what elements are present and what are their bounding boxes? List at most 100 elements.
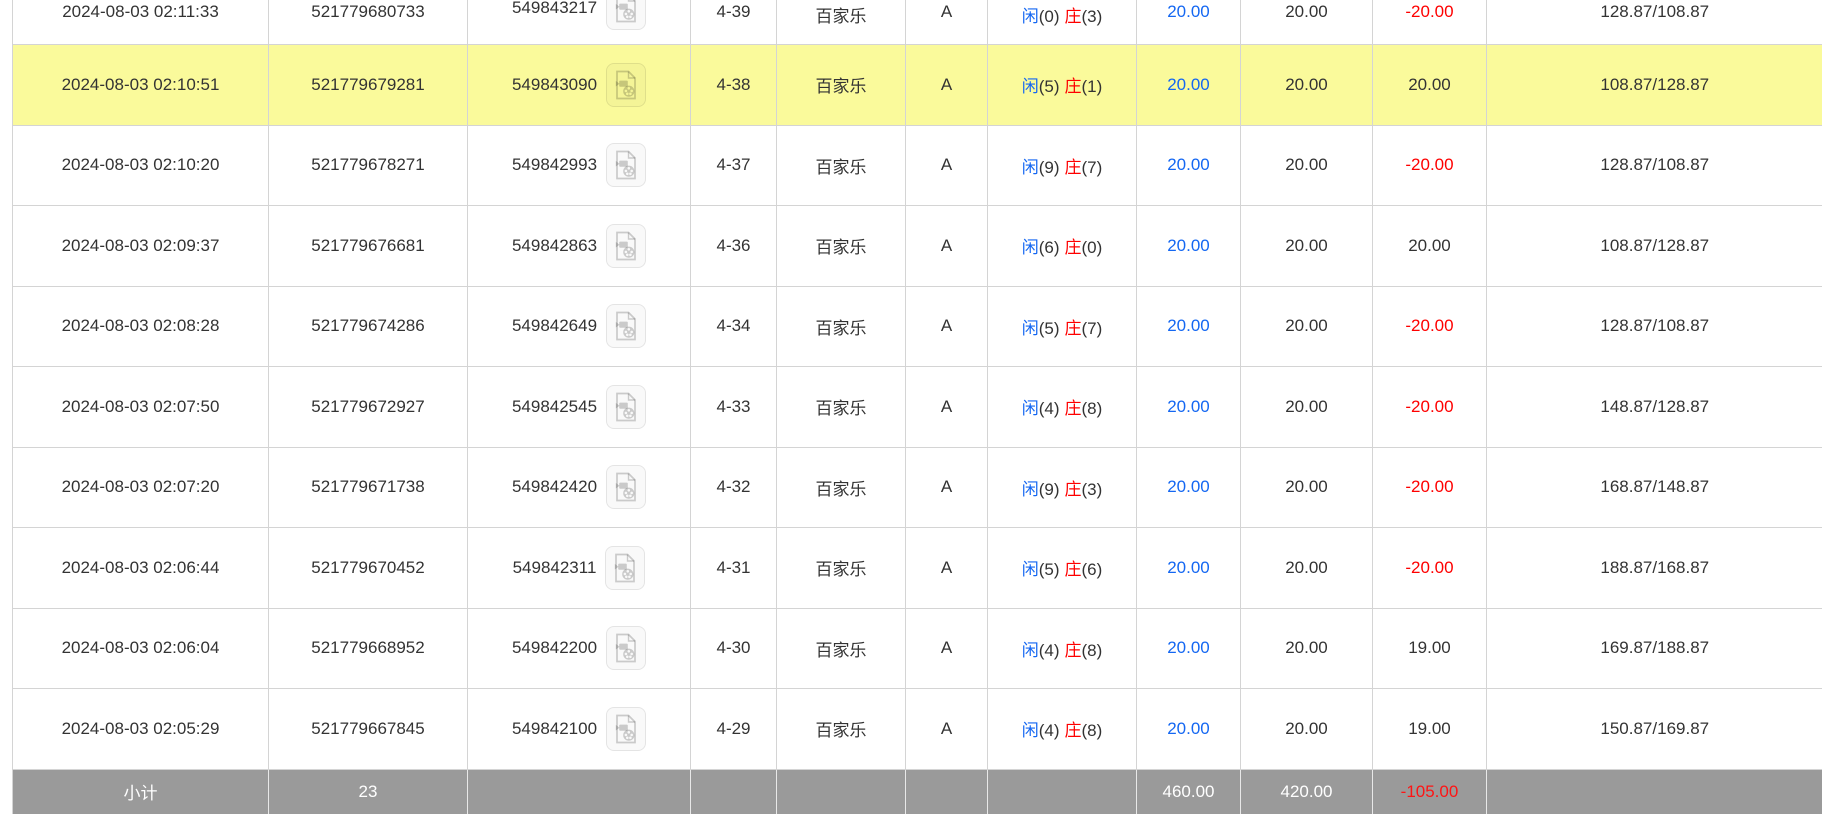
balance-value: 128.87/108.87 <box>1600 155 1709 174</box>
win-loss-value: -20.00 <box>1405 316 1453 335</box>
banker-result: 庄(3) <box>1065 480 1103 499</box>
result-text: 闲(5) 庄(6) <box>1022 560 1103 579</box>
bet-amount-link[interactable]: 20.00 <box>1167 638 1210 657</box>
win-loss-value: 19.00 <box>1408 719 1451 738</box>
valid-amount: 20.00 <box>1285 236 1328 255</box>
balance-value: 128.87/108.87 <box>1600 316 1709 335</box>
round-id-wrap: 549842863 <box>468 206 690 286</box>
bet-amount-link[interactable]: 20.00 <box>1167 236 1210 255</box>
valid-amount-cell: 20.00 <box>1241 286 1373 367</box>
game-name-cell: 百家乐 <box>777 528 906 609</box>
round-id-wrap: 549842545 <box>468 367 690 447</box>
result-cell: 闲(9)庄(7) <box>988 125 1137 206</box>
round-no-cell: 4-38 <box>691 45 777 126</box>
round-id-cell: 549842649 <box>468 286 691 367</box>
subtotal-row: 小计 23 460.00 420.00 -105.00 <box>13 769 1822 814</box>
video-file-icon <box>613 0 639 23</box>
banker-result: 庄(6) <box>1065 560 1103 579</box>
bet-time: 2024-08-03 02:08:28 <box>62 316 220 335</box>
round-id-cell: 549842200 <box>468 608 691 689</box>
bet-amount-link[interactable]: 20.00 <box>1167 0 1210 22</box>
video-replay-button[interactable] <box>606 707 646 751</box>
game-name-cell: 百家乐 <box>777 447 906 528</box>
video-replay-button[interactable] <box>606 0 646 30</box>
player-result: 闲(9) <box>1022 480 1060 499</box>
player-result: 闲(4) <box>1022 399 1060 418</box>
video-replay-button[interactable] <box>606 304 646 348</box>
balance-cell: 128.87/108.87 <box>1487 125 1822 206</box>
round-id-cell: 549842420 <box>468 447 691 528</box>
round-no: 4-33 <box>716 397 750 416</box>
balance-cell: 128.87/108.87 <box>1487 0 1822 45</box>
game-name-cell: 百家乐 <box>777 206 906 287</box>
table-name: A <box>941 719 952 738</box>
video-replay-button[interactable] <box>606 626 646 670</box>
valid-amount: 20.00 <box>1285 477 1328 496</box>
bet-amount-link[interactable]: 20.00 <box>1167 316 1210 335</box>
table-name: A <box>941 155 952 174</box>
bet-amount-link[interactable]: 20.00 <box>1167 477 1210 496</box>
video-replay-button[interactable] <box>606 143 646 187</box>
bet-id-cell: 521779667845 <box>269 689 468 770</box>
video-replay-button[interactable] <box>605 546 645 590</box>
bet-amount-link[interactable]: 20.00 <box>1167 75 1210 94</box>
bet-record-row[interactable]: 2024-08-03 02:07:50 521779672927 5498425… <box>13 367 1822 448</box>
valid-amount-cell: 20.00 <box>1241 447 1373 528</box>
bet-record-row[interactable]: 2024-08-03 02:06:04 521779668952 5498422… <box>13 608 1822 689</box>
bet-id-cell: 521779670452 <box>269 528 468 609</box>
win-loss-cell: -20.00 <box>1373 528 1487 609</box>
round-no: 4-30 <box>716 638 750 657</box>
game-name: 百家乐 <box>816 319 867 338</box>
bet-record-row[interactable]: 2024-08-03 02:05:29 521779667845 5498421… <box>13 689 1822 770</box>
video-file-icon <box>613 70 639 100</box>
valid-amount-cell: 20.00 <box>1241 0 1373 45</box>
result-cell: 闲(9) 庄(3) <box>988 447 1137 528</box>
subtotal-balance-cell <box>1487 769 1822 814</box>
bet-amount-link[interactable]: 20.00 <box>1167 155 1210 174</box>
round-no: 4-38 <box>716 75 750 94</box>
win-loss-cell: -20.00 <box>1373 286 1487 367</box>
bet-time: 2024-08-03 02:10:51 <box>62 75 220 94</box>
player-result: 闲(5) <box>1022 77 1060 96</box>
bet-record-row[interactable]: 2024-08-03 02:08:28 521779674286 5498426… <box>13 286 1822 367</box>
banker-result: 庄(8) <box>1065 399 1103 418</box>
win-loss-cell: -20.00 <box>1373 367 1487 448</box>
round-no: 4-39 <box>716 0 750 22</box>
game-name: 百家乐 <box>816 480 867 499</box>
result-cell: 闲(6)庄(0) <box>988 206 1137 287</box>
valid-amount-cell: 20.00 <box>1241 206 1373 287</box>
game-name-cell: 百家乐 <box>777 45 906 126</box>
bet-amount-link[interactable]: 20.00 <box>1167 719 1210 738</box>
bet-record-row[interactable]: 2024-08-03 02:06:44 521779670452 5498423… <box>13 528 1822 609</box>
bet-id: 521779670452 <box>311 558 424 577</box>
bet-amount-link[interactable]: 20.00 <box>1167 397 1210 416</box>
player-result: 闲(5) <box>1022 560 1060 579</box>
table-name: A <box>941 236 952 255</box>
bet-id: 521779668952 <box>311 638 424 657</box>
win-loss-value: -20.00 <box>1405 155 1453 174</box>
banker-result: 庄(7) <box>1065 319 1103 338</box>
bet-time: 2024-08-03 02:06:44 <box>62 558 220 577</box>
bet-time-cell: 2024-08-03 02:06:44 <box>13 528 269 609</box>
round-id: 549842649 <box>512 316 597 336</box>
bet-record-row[interactable]: 2024-08-03 02:07:20 521779671738 5498424… <box>13 447 1822 528</box>
bet-amount-link[interactable]: 20.00 <box>1167 558 1210 577</box>
table-name-cell: A <box>906 125 988 206</box>
round-no-cell: 4-39 <box>691 0 777 45</box>
bet-amount-cell: 20.00 <box>1137 367 1241 448</box>
bet-amount-cell: 20.00 <box>1137 125 1241 206</box>
bet-time: 2024-08-03 02:09:37 <box>62 236 220 255</box>
round-no-cell: 4-29 <box>691 689 777 770</box>
balance-value: 148.87/128.87 <box>1600 397 1709 416</box>
table-name-cell: A <box>906 206 988 287</box>
bet-record-row[interactable]: 2024-08-03 02:10:51 521779679281 5498430… <box>13 45 1822 126</box>
bet-record-row[interactable]: 2024-08-03 02:09:37 521779676681 5498428… <box>13 206 1822 287</box>
video-replay-button[interactable] <box>606 63 646 107</box>
bet-record-row[interactable]: 2024-08-03 02:11:33 521779680733 5498432… <box>13 0 1822 45</box>
video-replay-button[interactable] <box>606 224 646 268</box>
video-replay-button[interactable] <box>606 385 646 429</box>
bet-id-cell: 521779676681 <box>269 206 468 287</box>
win-loss-value: -20.00 <box>1405 397 1453 416</box>
video-replay-button[interactable] <box>606 465 646 509</box>
bet-record-row[interactable]: 2024-08-03 02:10:20 521779678271 5498429… <box>13 125 1822 206</box>
